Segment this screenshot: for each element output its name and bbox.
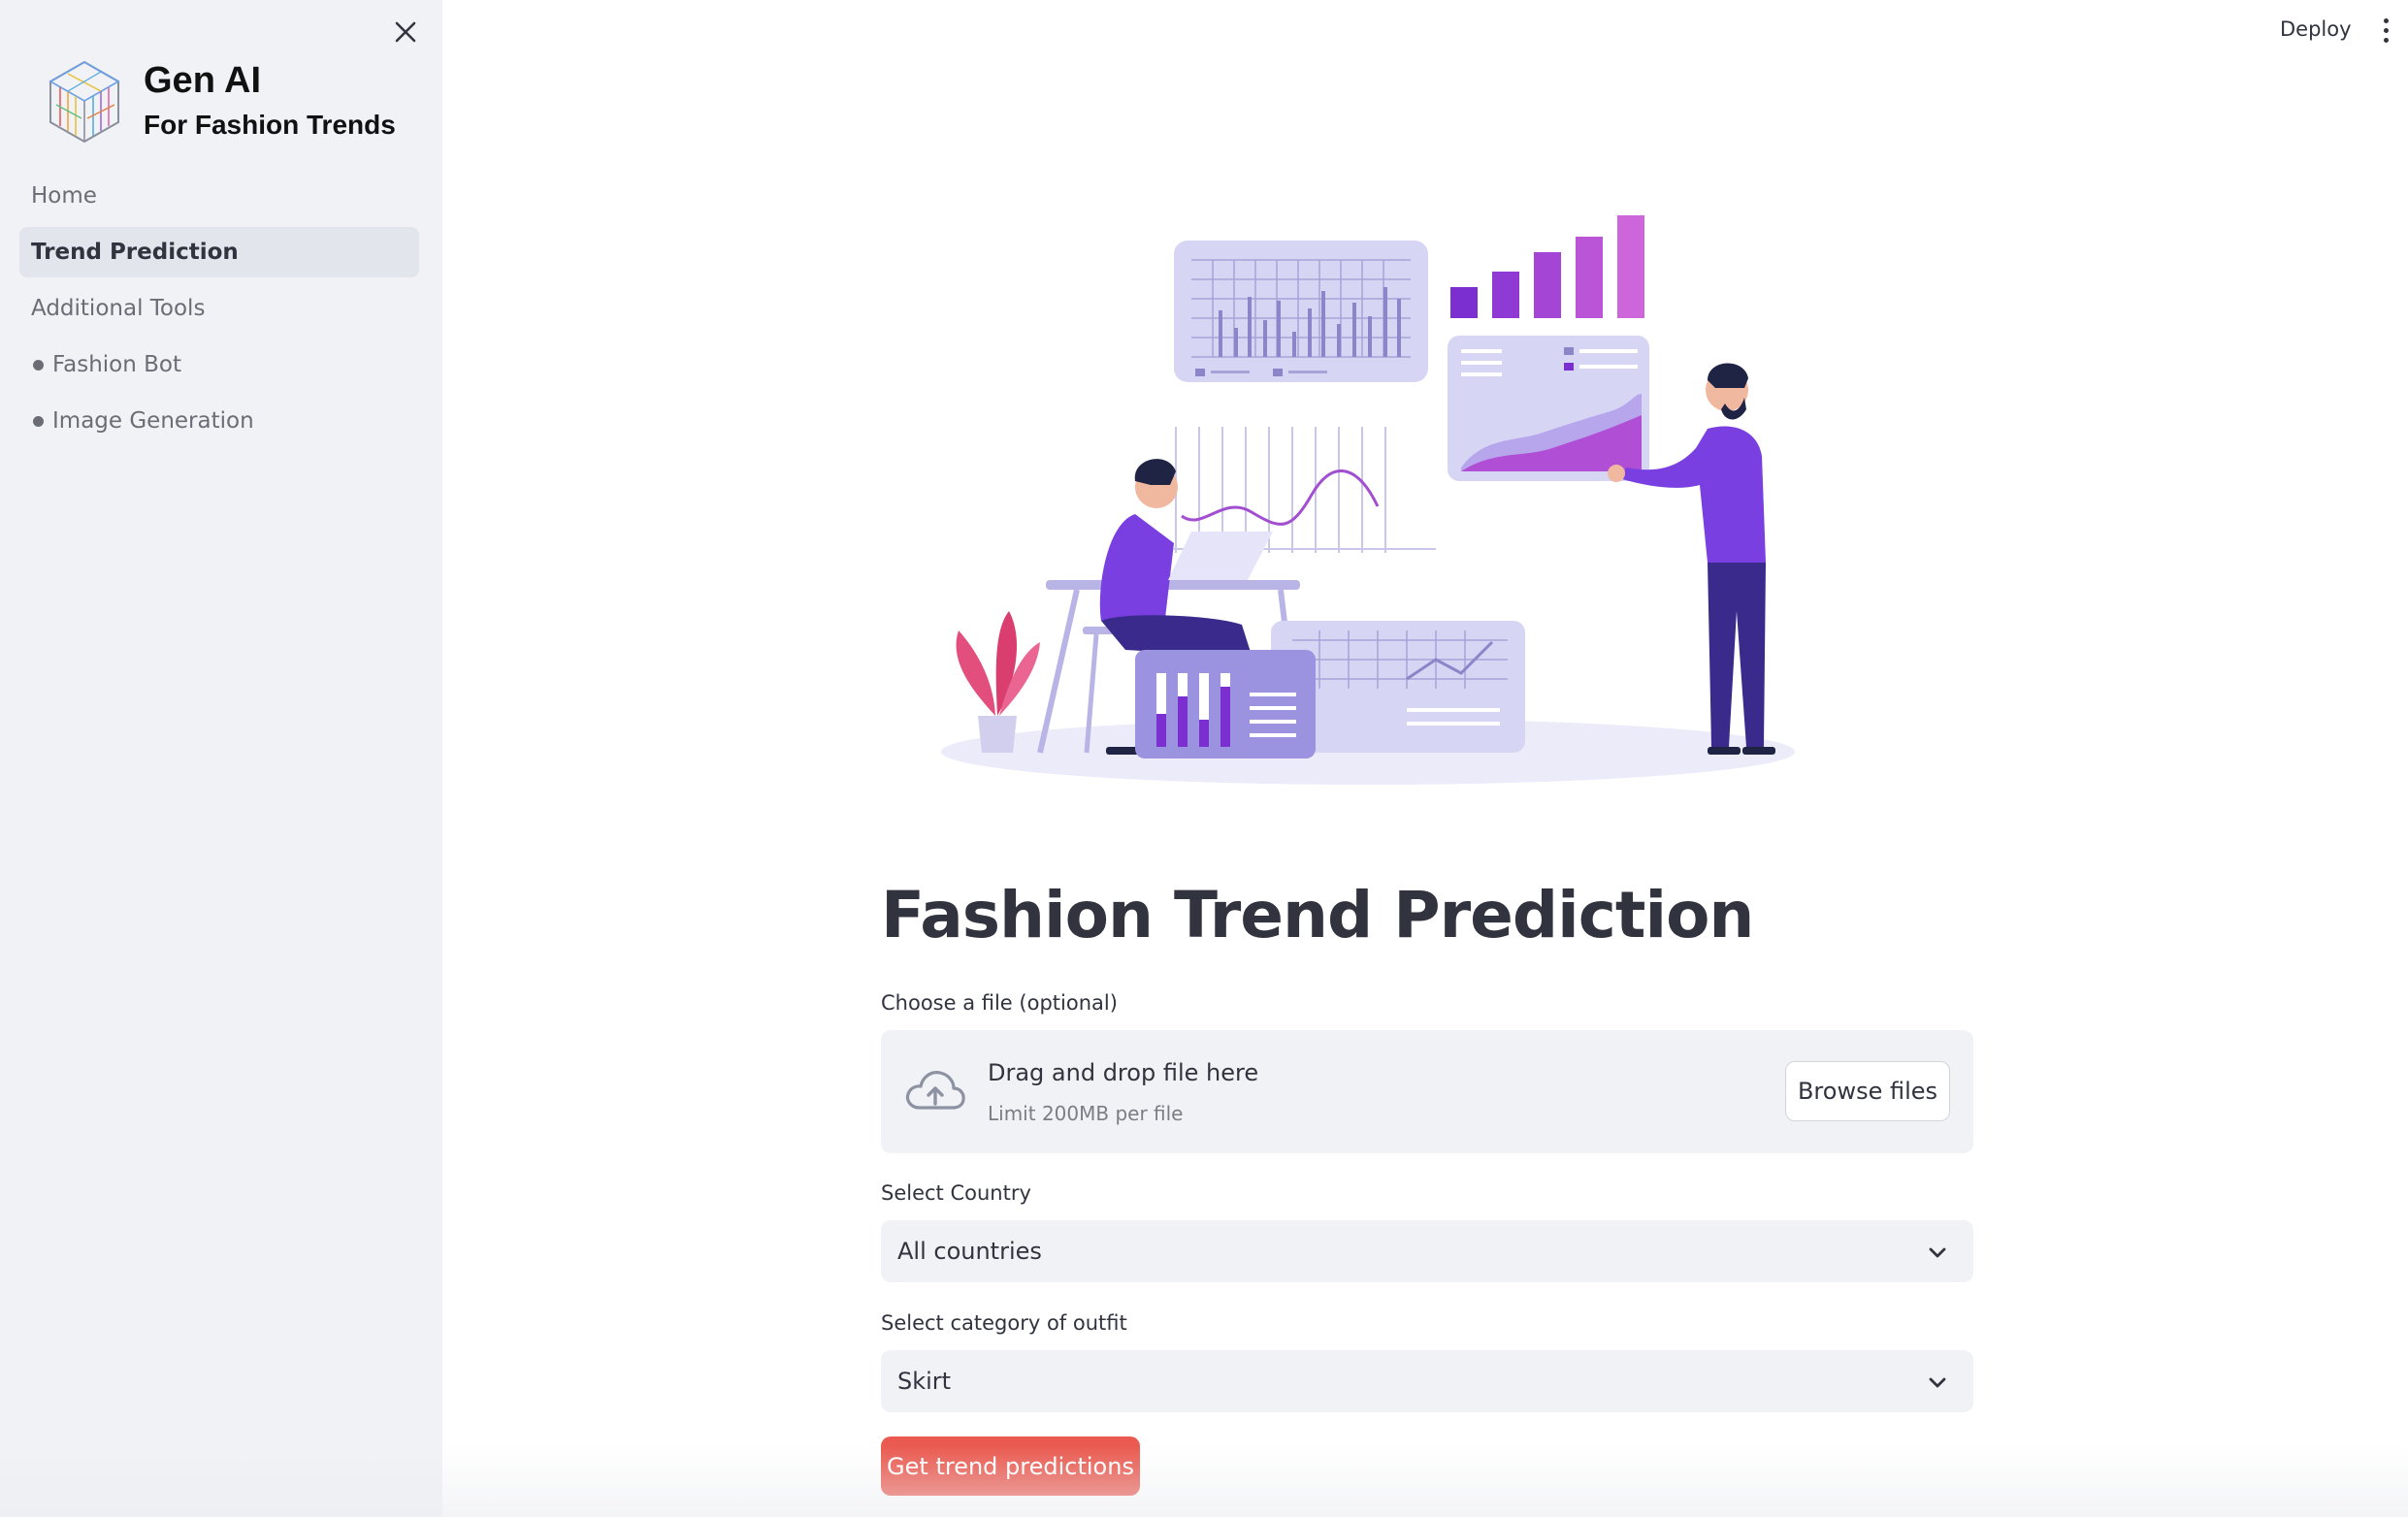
close-icon xyxy=(395,21,416,43)
brand-subtitle: For Fashion Trends xyxy=(144,110,396,140)
chevron-down-icon xyxy=(1929,1377,1946,1388)
sidebar-item-label: Additional Tools xyxy=(31,296,206,321)
brand: Gen AI For Fashion Trends xyxy=(47,58,396,145)
dropzone-instructions: Drag and drop file here xyxy=(988,1059,1259,1086)
bullet-icon xyxy=(33,415,44,427)
country-select[interactable]: All countries xyxy=(881,1220,1973,1282)
sidebar-nav: Home Trend Prediction Additional Tools F… xyxy=(19,171,419,452)
category-select-value: Skirt xyxy=(897,1368,952,1395)
close-sidebar-button[interactable] xyxy=(389,16,422,48)
brand-title: Gen AI xyxy=(144,60,262,101)
country-select-value: All countries xyxy=(897,1238,1042,1265)
cube-logo-icon xyxy=(49,60,120,144)
sidebar-item-label: Fashion Bot xyxy=(52,352,181,377)
category-select[interactable]: Skirt xyxy=(881,1350,1973,1412)
file-uploader-label: Choose a file (optional) xyxy=(881,991,1118,1015)
file-uploader-dropzone[interactable]: Drag and drop file here Limit 200MB per … xyxy=(881,1030,1973,1153)
cloud-upload-icon xyxy=(905,1071,965,1110)
sidebar-item-home[interactable]: Home xyxy=(19,171,419,221)
browse-files-button[interactable]: Browse files xyxy=(1785,1061,1950,1121)
get-trend-predictions-button[interactable]: Get trend predictions xyxy=(881,1436,1140,1496)
kebab-dot xyxy=(2383,27,2389,33)
sidebar-item-trend-prediction[interactable]: Trend Prediction xyxy=(19,227,419,277)
page-title: Fashion Trend Prediction xyxy=(881,878,1754,952)
sidebar-item-image-generation[interactable]: Image Generation xyxy=(19,396,419,446)
main-menu-button[interactable] xyxy=(2372,14,2399,47)
deploy-button[interactable]: Deploy xyxy=(2270,12,2361,47)
hero-illustration xyxy=(941,215,1795,785)
chevron-down-icon xyxy=(1929,1247,1946,1258)
sidebar: Gen AI For Fashion Trends Home Trend Pre… xyxy=(0,0,442,1517)
sidebar-item-fashion-bot[interactable]: Fashion Bot xyxy=(19,339,419,390)
kebab-dot xyxy=(2383,37,2389,43)
sidebar-item-label: Image Generation xyxy=(52,408,254,434)
category-select-label: Select category of outfit xyxy=(881,1311,1127,1335)
dropzone-limit: Limit 200MB per file xyxy=(988,1102,1184,1125)
sidebar-item-label: Trend Prediction xyxy=(31,240,239,265)
country-select-label: Select Country xyxy=(881,1181,1031,1205)
kebab-menu-icon xyxy=(2383,17,2389,23)
sidebar-item-label: Home xyxy=(31,183,97,209)
bullet-icon xyxy=(33,359,44,371)
sidebar-item-additional-tools[interactable]: Additional Tools xyxy=(19,283,419,334)
